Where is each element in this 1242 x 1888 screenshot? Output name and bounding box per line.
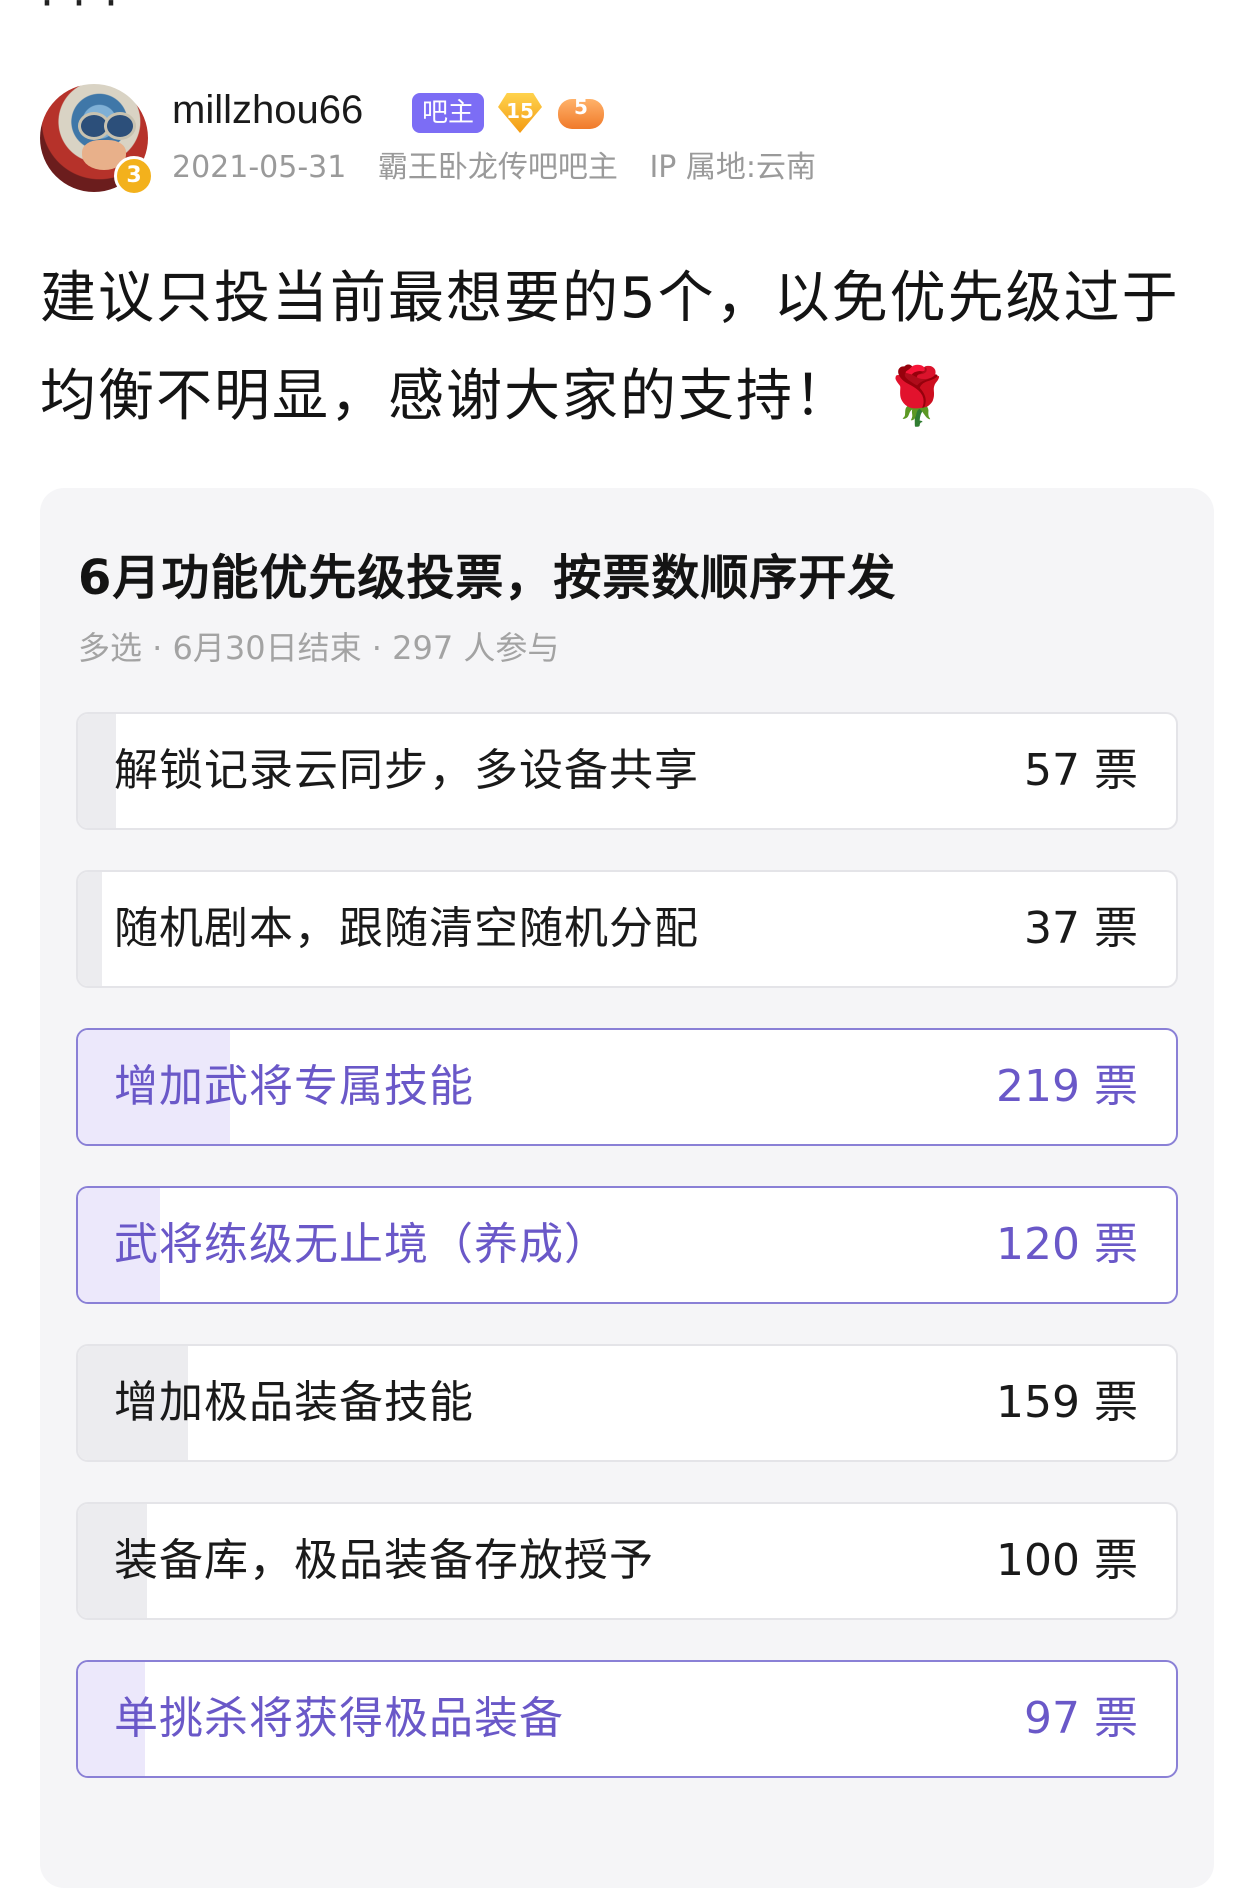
level-gem-icon: 15	[494, 93, 546, 133]
post-date: 2021-05-31	[172, 150, 347, 185]
poll-option-label: 武将练级无止境（养成）	[114, 1219, 609, 1270]
poll-option-label: 增加极品装备技能	[114, 1377, 474, 1428]
poll-option[interactable]: 随机剧本，跟随清空随机分配 37 票	[76, 870, 1178, 988]
post-author-header: 3 millzhou66 吧主 15 5 2021-05-31 霸王卧龙传吧吧主…	[40, 84, 1200, 196]
poll-option[interactable]: 解锁记录云同步，多设备共享 57 票	[76, 712, 1178, 830]
poll-option-votes: 120 票	[996, 1219, 1138, 1270]
poll-card: 6月功能优先级投票，按票数顺序开发 多选 · 6月30日结束 · 297 人参与…	[40, 488, 1214, 1888]
moderator-badge: 吧主	[412, 93, 485, 133]
poll-title: 6月功能优先级投票，按票数顺序开发	[78, 550, 897, 606]
ip-location: IP 属地:云南	[649, 150, 817, 185]
author-title: 霸王卧龙传吧吧主	[377, 150, 618, 185]
poll-option[interactable]: 装备库，极品装备存放授予 100 票	[76, 1502, 1178, 1620]
poll-option[interactable]: 增加极品装备技能 159 票	[76, 1344, 1178, 1462]
poll-option[interactable]: 增加武将专属技能 219 票	[76, 1028, 1178, 1146]
poll-option-votes: 100 票	[996, 1535, 1138, 1586]
poll-option-progress	[78, 872, 103, 986]
poll-option[interactable]: 单挑杀将获得极品装备 97 票	[76, 1660, 1178, 1778]
post-text: 建议只投当前最想要的5个，以免优先级过于均衡不明显，感谢大家的支持！	[40, 266, 1180, 429]
poll-option-label: 装备库，极品装备存放授予	[114, 1535, 654, 1586]
user-badges: 吧主 15 5	[412, 90, 606, 136]
post-body: 建议只投当前最想要的5个，以免优先级过于均衡不明显，感谢大家的支持！ 🌹	[40, 250, 1210, 446]
rose-icon: 🌹	[882, 364, 954, 429]
user-level-badge: 3	[114, 156, 154, 196]
previous-content-cutoff: · · ·	[40, 0, 120, 29]
poll-option-votes: 37 票	[1024, 903, 1138, 954]
poll-subtitle: 多选 · 6月30日结束 · 297 人参与	[78, 629, 560, 667]
level-gem-value: 15	[506, 99, 534, 123]
poll-option-votes: 219 票	[996, 1061, 1138, 1112]
poll-option-votes: 97 票	[1024, 1693, 1138, 1744]
avatar-goggle-right	[104, 112, 136, 140]
poll-option-votes: 57 票	[1024, 745, 1138, 796]
post-meta: 2021-05-31 霸王卧龙传吧吧主 IP 属地:云南	[172, 142, 838, 186]
poll-option-label: 解锁记录云同步，多设备共享	[114, 745, 699, 796]
gamepad-icon: 5	[556, 93, 606, 133]
poll-option-label: 随机剧本，跟随清空随机分配	[114, 903, 699, 954]
poll-options: 解锁记录云同步，多设备共享 57 票随机剧本，跟随清空随机分配 37 票增加武将专属…	[76, 712, 1178, 1818]
poll-option-label: 单挑杀将获得极品装备	[114, 1693, 564, 1744]
poll-option-progress	[78, 714, 117, 828]
username[interactable]: millzhou66	[172, 88, 363, 133]
poll-option[interactable]: 武将练级无止境（养成） 120 票	[76, 1186, 1178, 1304]
poll-option-label: 增加武将专属技能	[114, 1061, 474, 1112]
poll-option-votes: 159 票	[996, 1377, 1138, 1428]
gamepad-value: 5	[574, 95, 588, 119]
